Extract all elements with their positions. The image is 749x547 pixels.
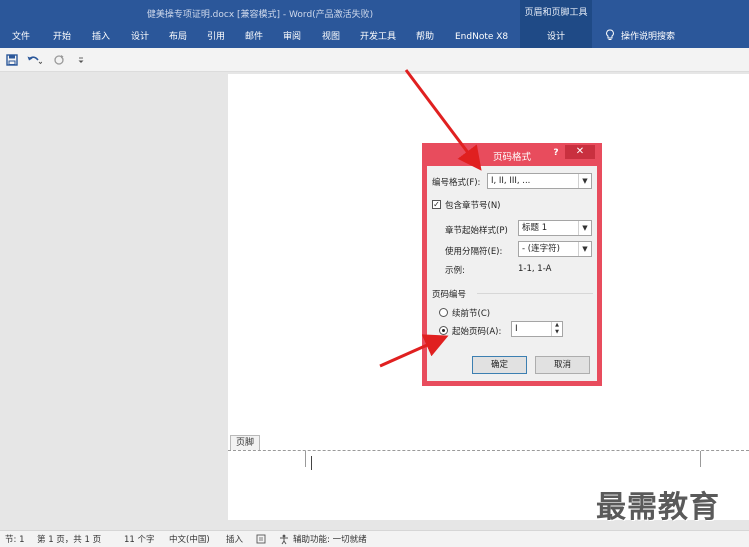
customize-icon[interactable]	[76, 53, 86, 67]
save-icon[interactable]	[6, 53, 18, 67]
lightbulb-icon	[606, 29, 614, 40]
tab-view[interactable]: 视图	[322, 26, 340, 48]
window-title: 健美操专项证明.docx [兼容模式] - Word(产品激活失败)	[146, 10, 374, 20]
include-chapter-checkbox[interactable]: ✓	[432, 200, 441, 209]
number-format-select[interactable]: I, II, III, ... ▼	[487, 173, 592, 189]
cancel-button[interactable]: 取消	[535, 356, 590, 374]
chevron-down-icon: ▼	[578, 174, 591, 188]
undo-icon[interactable]	[26, 53, 42, 67]
continue-label: 续前节(C)	[452, 309, 491, 319]
tab-file[interactable]: 文件	[12, 26, 30, 48]
start-at-value: I	[515, 324, 518, 334]
page-numbering-group-label: 页码编号	[432, 290, 467, 300]
tab-layout[interactable]: 布局	[169, 26, 187, 48]
page-number-format-dialog: 页码格式 ? ✕ 编号格式(F): I, II, III, ... ▼ ✓ 包含…	[422, 143, 602, 386]
footer-tag: 页脚	[230, 435, 261, 450]
accessibility-icon[interactable]	[278, 534, 290, 545]
include-chapter-label: 包含章节号(N)	[445, 201, 501, 211]
continue-radio[interactable]	[439, 308, 448, 317]
example-value: 1-1, 1-A	[518, 264, 552, 274]
status-words[interactable]: 11 个字	[124, 533, 155, 545]
tab-insert[interactable]: 插入	[92, 26, 110, 48]
dialog-body: 编号格式(F): I, II, III, ... ▼ ✓ 包含章节号(N) 章节…	[427, 166, 597, 381]
number-format-value: I, II, III, ...	[491, 176, 531, 186]
document-area: 页脚	[0, 72, 749, 530]
status-section[interactable]: 节: 1	[5, 533, 24, 545]
status-accessibility[interactable]: 辅助功能: 一切就绪	[293, 533, 367, 545]
chevron-down-icon: ▼	[578, 221, 591, 235]
chevron-down-icon: ▼	[578, 242, 591, 256]
ok-button[interactable]: 确定	[472, 356, 527, 374]
tab-design[interactable]: 设计	[131, 26, 149, 48]
chapter-style-label: 章节起始样式(P)	[445, 226, 508, 236]
status-bar: 节: 1 第 1 页，共 1 页 11 个字 中文(中国) 插入 辅助功能: 一…	[0, 530, 749, 547]
title-bar: 健美操专项证明.docx [兼容模式] - Word(产品激活失败) 页眉和页脚…	[0, 0, 749, 26]
footer-margin-mark-right	[700, 451, 710, 467]
quick-access-toolbar	[0, 48, 749, 72]
chapter-style-value: 标题 1	[522, 223, 548, 233]
footer-margin-mark-left	[296, 451, 306, 467]
tab-endnote[interactable]: EndNote X8	[455, 26, 508, 48]
spin-arrows-icon[interactable]: ▲ ▼	[551, 322, 562, 336]
redo-icon[interactable]	[52, 53, 66, 67]
close-icon[interactable]: ✕	[565, 145, 595, 159]
group-divider	[477, 293, 593, 294]
number-format-label: 编号格式(F):	[432, 178, 481, 188]
tell-me-label: 操作说明搜索	[621, 32, 676, 42]
tab-home[interactable]: 开始	[53, 26, 71, 48]
start-at-input[interactable]: I ▲ ▼	[511, 321, 563, 337]
tab-review[interactable]: 审阅	[283, 26, 301, 48]
tell-me-search[interactable]: 操作说明搜索	[605, 26, 675, 48]
status-mode[interactable]: 插入	[226, 533, 243, 545]
separator-select[interactable]: - (连字符) ▼	[518, 241, 592, 257]
macro-record-icon[interactable]	[256, 534, 266, 544]
start-at-radio[interactable]	[439, 326, 448, 335]
status-language[interactable]: 中文(中国)	[169, 533, 210, 545]
tab-developer[interactable]: 开发工具	[360, 26, 396, 48]
help-icon[interactable]: ?	[549, 146, 563, 160]
tab-references[interactable]: 引用	[207, 26, 225, 48]
tab-help[interactable]: 帮助	[416, 26, 434, 48]
watermark-logo: 最需教育	[596, 490, 720, 525]
tab-mailings[interactable]: 邮件	[245, 26, 263, 48]
tab-header-footer-design[interactable]: 设计	[520, 26, 592, 48]
example-label: 示例:	[445, 266, 465, 276]
start-at-label: 起始页码(A):	[452, 327, 502, 337]
footer-boundary	[228, 450, 749, 451]
text-cursor	[311, 456, 312, 470]
status-page[interactable]: 第 1 页，共 1 页	[37, 533, 101, 545]
context-tool-group: 页眉和页脚工具	[520, 0, 592, 26]
separator-label: 使用分隔符(E):	[445, 247, 503, 257]
chapter-style-select[interactable]: 标题 1 ▼	[518, 220, 592, 236]
ribbon-tabs: 文件 开始 插入 设计 布局 引用 邮件 审阅 视图 开发工具 帮助 EndNo…	[0, 26, 749, 48]
separator-value: - (连字符)	[522, 244, 560, 254]
